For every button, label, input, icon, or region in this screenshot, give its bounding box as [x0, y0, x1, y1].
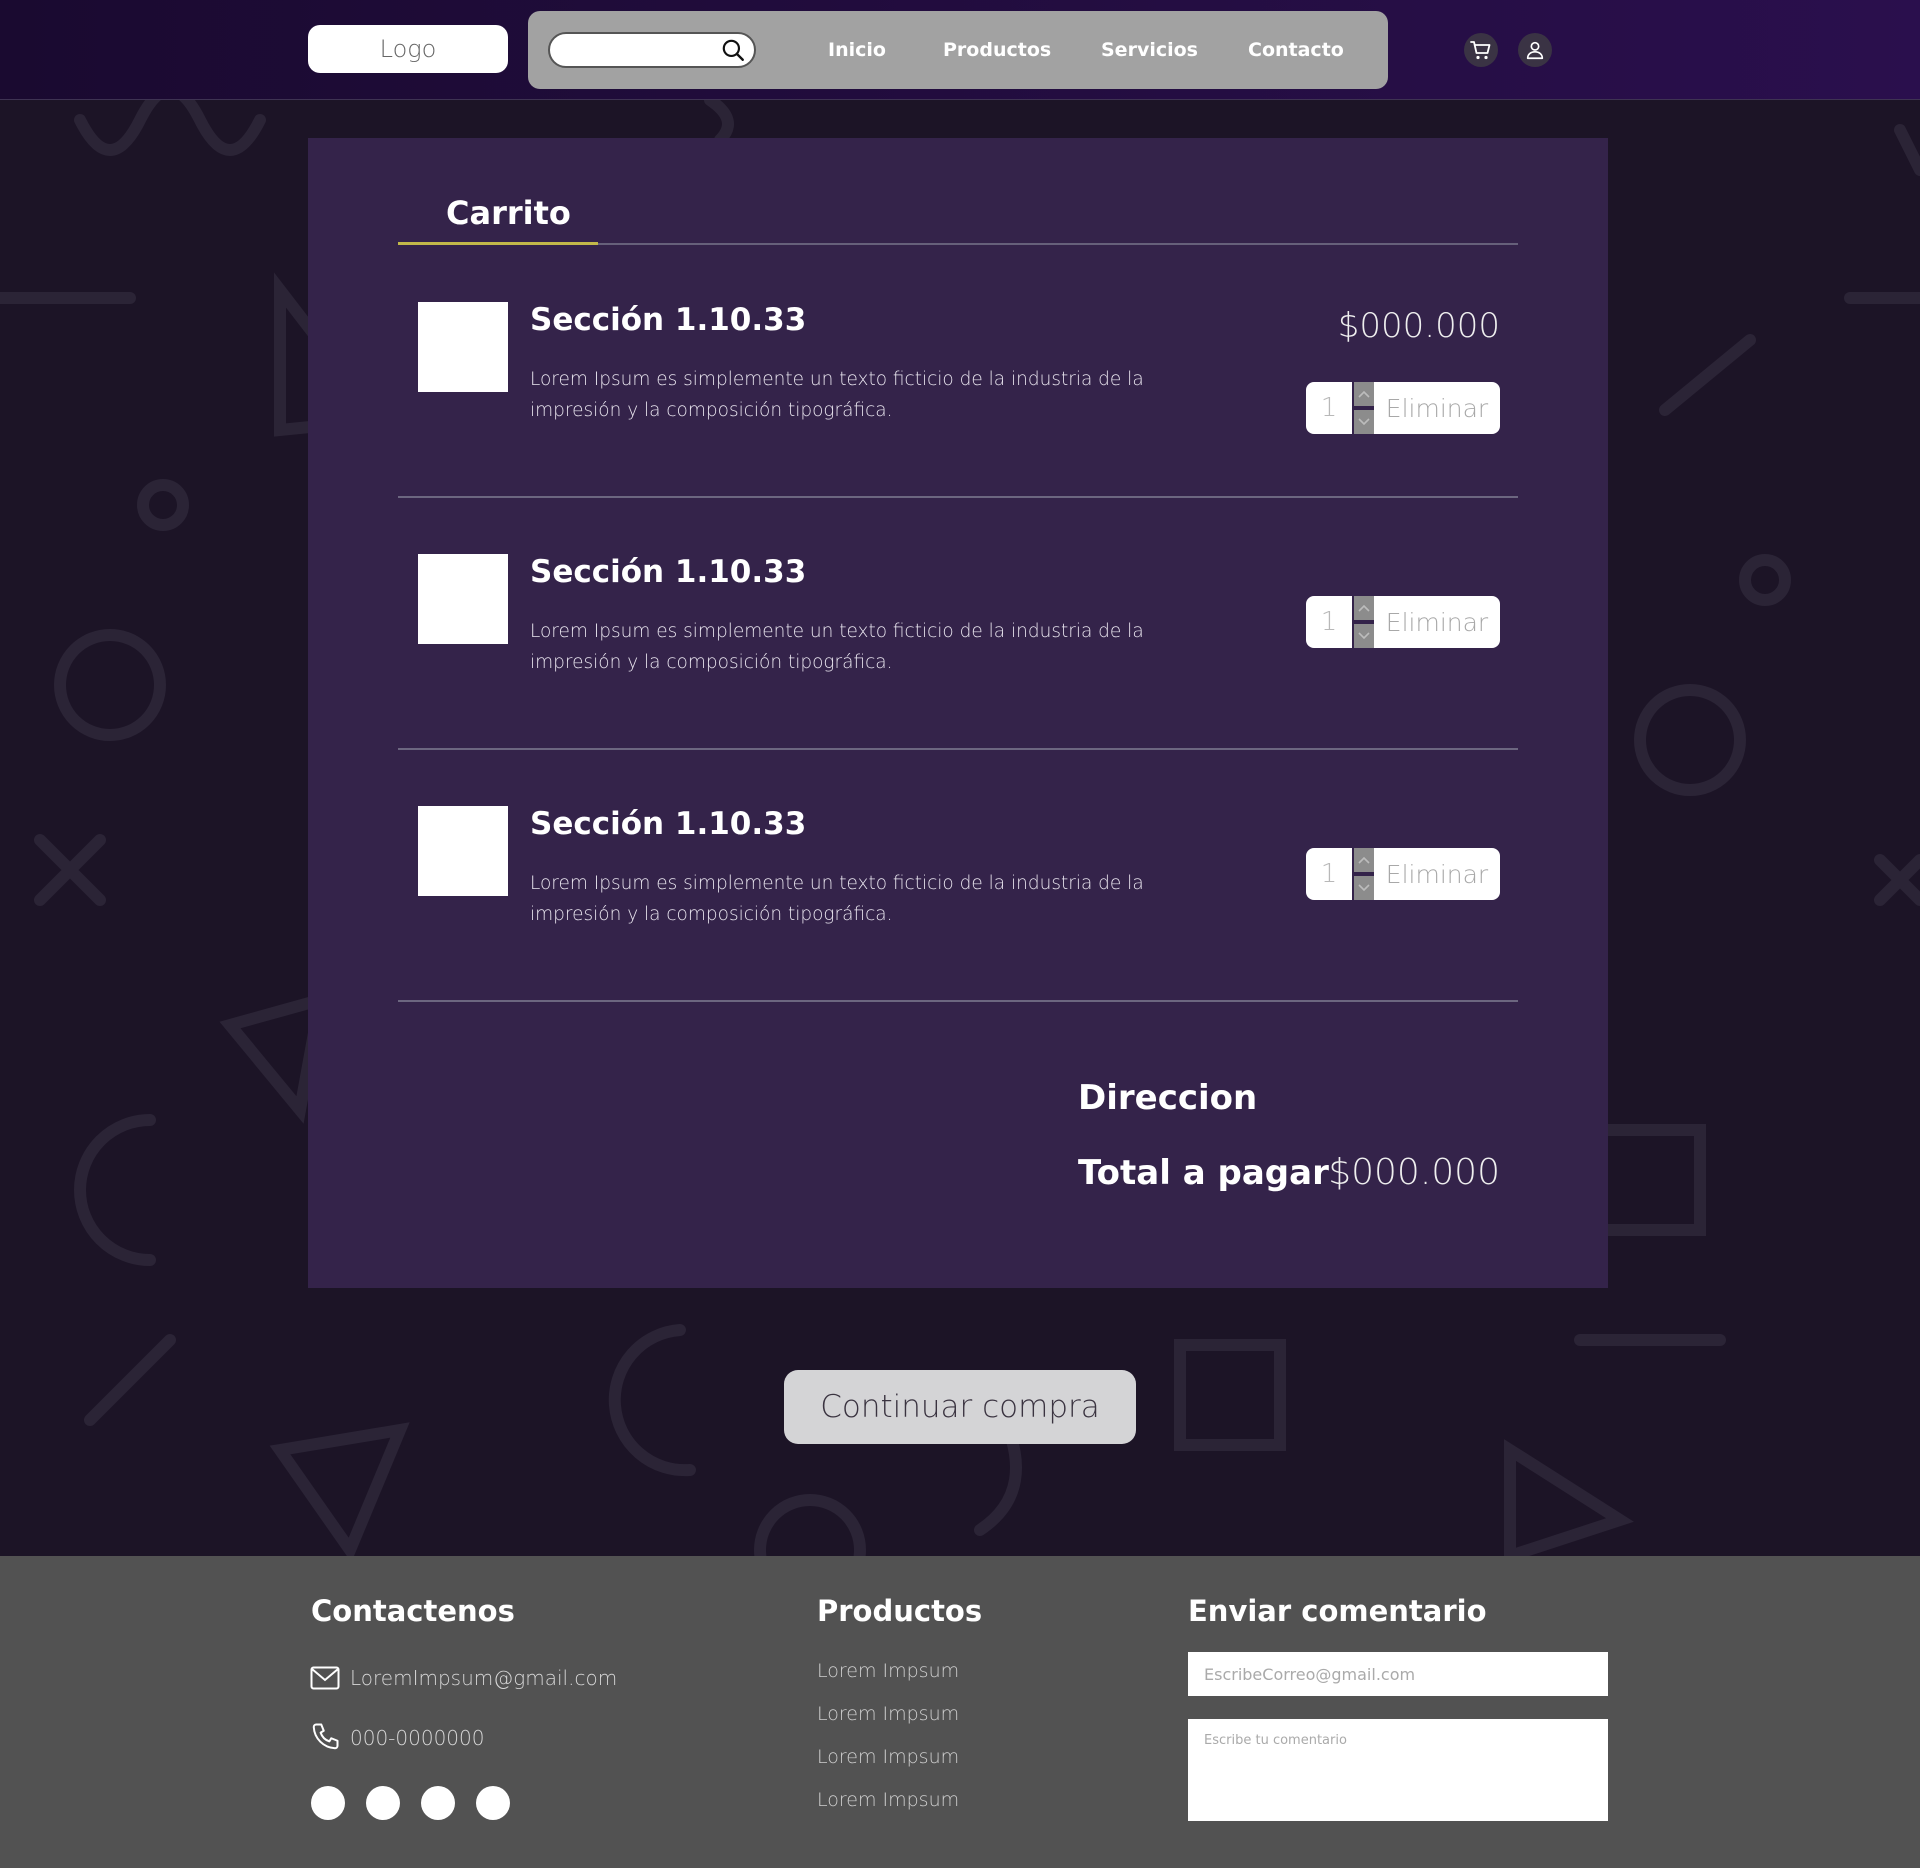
- search-input[interactable]: [560, 38, 710, 62]
- product-name: Sección 1.10.33: [530, 806, 807, 842]
- footer-product-link[interactable]: Lorem Impsum: [817, 1789, 959, 1811]
- quantity-down-button[interactable]: [1354, 876, 1374, 900]
- logo[interactable]: Logo: [308, 25, 508, 73]
- social-icon[interactable]: [311, 1786, 345, 1820]
- nav-item-inicio[interactable]: Inicio: [828, 39, 886, 61]
- footer-product-link[interactable]: Lorem Impsum: [817, 1746, 959, 1768]
- contact-phone: 000-0000000: [350, 1726, 485, 1750]
- nav-item-servicios[interactable]: Servicios: [1101, 39, 1198, 61]
- address-label: Direccion: [1078, 1078, 1258, 1118]
- footer-product-link[interactable]: Lorem Impsum: [817, 1703, 959, 1725]
- user-icon: [1526, 41, 1544, 60]
- chevron-down-icon: [1358, 884, 1370, 892]
- search-box[interactable]: [548, 32, 756, 68]
- quantity-up-button[interactable]: [1354, 848, 1374, 872]
- chevron-down-icon: [1358, 418, 1370, 426]
- cart-icon: [1470, 41, 1491, 60]
- product-description: Lorem Ipsum es simplemente un texto fict…: [530, 621, 1144, 673]
- quantity-field[interactable]: 1: [1306, 596, 1352, 648]
- continue-purchase-button[interactable]: Continuar compra: [784, 1370, 1136, 1444]
- product-image: [418, 554, 508, 644]
- footer-feedback-heading: Enviar comentario: [1188, 1594, 1487, 1628]
- quantity-down-button[interactable]: [1354, 410, 1374, 434]
- quantity-down-button[interactable]: [1354, 624, 1374, 648]
- remove-button[interactable]: Eliminar: [1374, 382, 1500, 434]
- mail-icon: [310, 1666, 340, 1690]
- social-icon[interactable]: [476, 1786, 510, 1820]
- quantity-field[interactable]: 1: [1306, 382, 1352, 434]
- chevron-up-icon: [1358, 604, 1370, 612]
- footer-product-link[interactable]: Lorem Impsum: [817, 1660, 959, 1682]
- total-amount: $000.000: [1328, 1152, 1500, 1193]
- cart-panel: Carrito Sección 1.10.33 Lorem Ipsum es s…: [308, 138, 1608, 1288]
- remove-button[interactable]: Eliminar: [1374, 596, 1500, 648]
- product-image: [418, 302, 508, 392]
- product-description: Lorem Ipsum es simplemente un texto fict…: [530, 873, 1144, 925]
- tab-active-indicator: [398, 242, 598, 245]
- quantity-up-button[interactable]: [1354, 596, 1374, 620]
- social-icon[interactable]: [421, 1786, 455, 1820]
- cart-item: Sección 1.10.33 Lorem Ipsum es simplemen…: [398, 750, 1518, 1002]
- product-price: $000.000: [1337, 306, 1500, 346]
- cart-item: Sección 1.10.33 Lorem Ipsum es simplemen…: [398, 498, 1518, 750]
- search-icon[interactable]: [720, 37, 746, 63]
- user-button[interactable]: [1518, 33, 1552, 67]
- cart-button[interactable]: [1464, 33, 1498, 67]
- product-name: Sección 1.10.33: [530, 302, 807, 338]
- quantity-field[interactable]: 1: [1306, 848, 1352, 900]
- cart-title: Carrito: [446, 194, 571, 232]
- product-name: Sección 1.10.33: [530, 554, 807, 590]
- remove-button[interactable]: Eliminar: [1374, 848, 1500, 900]
- chevron-down-icon: [1358, 632, 1370, 640]
- cart-item: Sección 1.10.33 Lorem Ipsum es simplemen…: [398, 246, 1518, 498]
- quantity-up-button[interactable]: [1354, 382, 1374, 406]
- feedback-email-input[interactable]: [1188, 1652, 1608, 1696]
- feedback-comment-textarea[interactable]: [1188, 1719, 1608, 1821]
- footer-products-heading: Productos: [817, 1594, 983, 1628]
- nav-item-contacto[interactable]: Contacto: [1248, 39, 1344, 61]
- product-description: Lorem Ipsum es simplemente un texto fict…: [530, 369, 1144, 421]
- item-divider: [398, 1000, 1518, 1002]
- social-icon[interactable]: [366, 1786, 400, 1820]
- contact-email[interactable]: LoremImpsum@gmail.com: [350, 1666, 617, 1690]
- main-nav: Inicio Productos Servicios Contacto: [528, 11, 1388, 89]
- site-footer: Contactenos LoremImpsum@gmail.com 000-00…: [0, 1556, 1920, 1868]
- footer-contact-heading: Contactenos: [311, 1594, 515, 1628]
- product-image: [418, 806, 508, 896]
- site-header: Logo Inicio Productos Servicios Contacto: [0, 0, 1920, 100]
- nav-item-productos[interactable]: Productos: [943, 39, 1051, 61]
- total-label: Total a pagar: [1078, 1153, 1329, 1193]
- chevron-up-icon: [1358, 390, 1370, 398]
- chevron-up-icon: [1358, 856, 1370, 864]
- phone-icon: [312, 1723, 339, 1750]
